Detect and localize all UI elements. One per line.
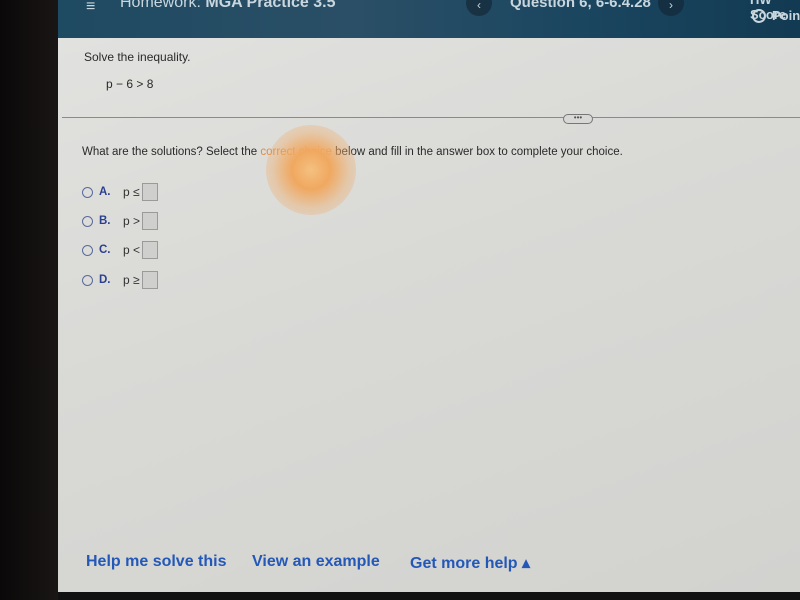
choice-b[interactable]: B. p >: [82, 212, 159, 230]
choice-expression: p ≤: [123, 185, 140, 199]
choice-c[interactable]: C. p <: [82, 241, 159, 259]
title-prefix: Homework:: [120, 0, 201, 11]
answer-box-a[interactable]: [141, 183, 158, 201]
menu-icon[interactable]: ≡: [86, 0, 95, 16]
problem-equation: p − 6 > 8: [106, 77, 154, 91]
points-ring-icon: [752, 8, 766, 23]
expand-more-button[interactable]: •••: [563, 114, 593, 124]
points-indicator: Points: [752, 8, 800, 23]
choice-expression: p <: [123, 243, 141, 257]
question-text-before: What are the solutions? Select the: [82, 146, 261, 158]
choice-letter: B.: [99, 215, 111, 227]
choice-letter: C.: [99, 244, 111, 256]
problem-prompt: Solve the inequality.: [84, 50, 191, 64]
choice-letter: A.: [99, 186, 111, 198]
get-more-help-link[interactable]: Get more help ▴: [410, 553, 530, 573]
previous-question-button[interactable]: ‹: [466, 0, 492, 16]
choice-d[interactable]: D. p ≥: [82, 271, 158, 289]
answer-box-d[interactable]: [141, 271, 158, 289]
assignment-title: Homework: MGA Practice 3.5: [120, 0, 336, 12]
radio-d[interactable]: [82, 274, 93, 286]
choice-expression: p >: [123, 214, 141, 228]
next-question-button[interactable]: ›: [658, 0, 684, 16]
answer-box-b[interactable]: [142, 212, 159, 230]
device-bezel-bottom: [58, 592, 800, 600]
question-label[interactable]: Question 6, 6-6.4.28: [510, 0, 651, 11]
radio-c[interactable]: [82, 244, 93, 256]
points-label: Points: [772, 8, 800, 23]
question-text: What are the solutions? Select the corre…: [82, 146, 623, 158]
answer-box-c[interactable]: [142, 241, 159, 259]
view-example-link[interactable]: View an example: [252, 553, 380, 571]
choice-letter: D.: [99, 274, 111, 286]
choice-expression: p ≥: [123, 273, 140, 287]
section-divider: [62, 117, 800, 118]
title-name: MGA Practice 3.5: [205, 0, 336, 11]
radio-b[interactable]: [82, 215, 93, 227]
radio-a[interactable]: [82, 186, 93, 198]
choice-a[interactable]: A. p ≤: [82, 183, 158, 201]
header-bar: ≡ Homework: MGA Practice 3.5 ‹ Question …: [58, 0, 800, 38]
device-bezel: [0, 0, 60, 600]
screen: [58, 0, 800, 592]
question-text-after: below and fill in the answer box to comp…: [331, 146, 623, 158]
help-me-solve-link[interactable]: Help me solve this: [86, 553, 227, 571]
question-highlight[interactable]: correct choice: [260, 146, 332, 158]
